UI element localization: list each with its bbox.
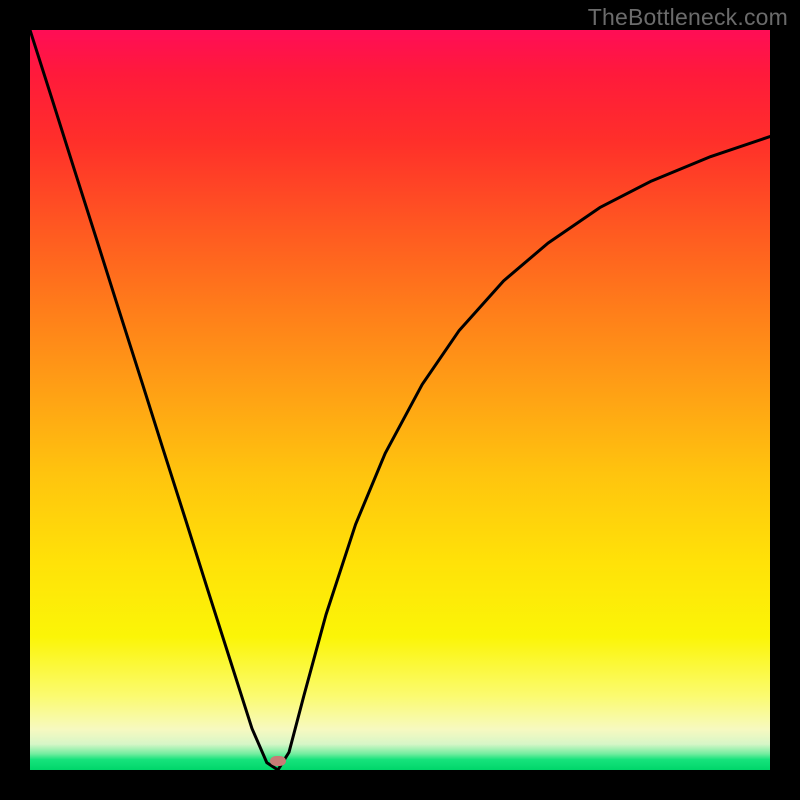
minimum-marker xyxy=(270,756,286,766)
bottleneck-curve xyxy=(30,30,770,770)
watermark-text: TheBottleneck.com xyxy=(588,4,788,31)
chart-frame: TheBottleneck.com xyxy=(0,0,800,800)
plot-area xyxy=(30,30,770,770)
